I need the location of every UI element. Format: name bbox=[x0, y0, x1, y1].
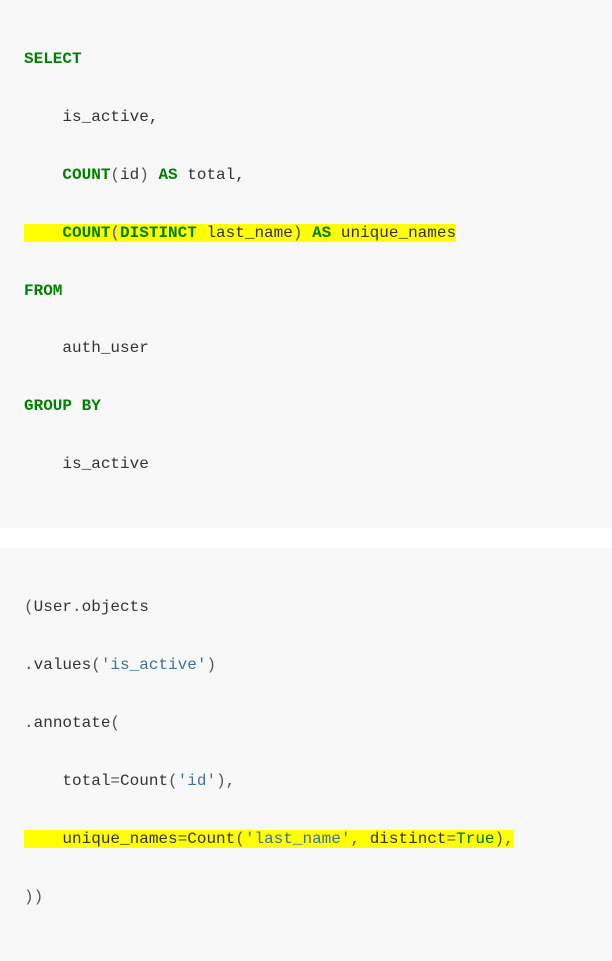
func: Count bbox=[187, 830, 235, 848]
alias: unique_names bbox=[331, 224, 456, 242]
indent bbox=[24, 224, 62, 242]
code-line: )) bbox=[24, 883, 588, 912]
keyword-by: BY bbox=[82, 397, 101, 415]
space bbox=[72, 397, 82, 415]
keyword-count: COUNT bbox=[62, 224, 110, 242]
code-line-highlighted: unique_names=Count('last_name', distinct… bbox=[24, 825, 588, 854]
punct: . bbox=[72, 598, 82, 616]
punct: ( bbox=[168, 772, 178, 790]
code-line: SELECT bbox=[24, 45, 588, 74]
sql-code-block: SELECT is_active, COUNT(id) AS total, CO… bbox=[0, 0, 612, 528]
code-line: .annotate( bbox=[24, 709, 588, 738]
code-line: COUNT(id) AS total, bbox=[24, 161, 588, 190]
punct: . bbox=[24, 656, 34, 674]
column: is_active bbox=[62, 455, 148, 473]
keyword-as: AS bbox=[312, 224, 331, 242]
literal-true: True bbox=[456, 830, 494, 848]
indent bbox=[24, 455, 62, 473]
punct: ( bbox=[24, 598, 34, 616]
keyword-group: GROUP bbox=[24, 397, 72, 415]
punct: = bbox=[110, 772, 120, 790]
arg: last_name bbox=[197, 224, 293, 242]
code-line: is_active bbox=[24, 450, 588, 479]
punct: )) bbox=[24, 888, 43, 906]
method: annotate bbox=[34, 714, 111, 732]
punct: ( bbox=[91, 656, 101, 674]
punct: ) bbox=[206, 656, 216, 674]
string: 'is_active' bbox=[101, 656, 207, 674]
keyword-as: AS bbox=[158, 166, 177, 184]
kwarg: total bbox=[62, 772, 110, 790]
keyword-count: COUNT bbox=[62, 166, 110, 184]
indent bbox=[24, 108, 62, 126]
string: 'last_name' bbox=[245, 830, 351, 848]
punct: = bbox=[447, 830, 457, 848]
code-line: .values('is_active') bbox=[24, 651, 588, 680]
python-code-block: (User.objects .values('is_active') .anno… bbox=[0, 548, 612, 960]
code-line-highlighted: COUNT(DISTINCT last_name) AS unique_name… bbox=[24, 219, 588, 248]
kwarg: unique_names bbox=[62, 830, 177, 848]
indent bbox=[24, 772, 62, 790]
table: auth_user bbox=[62, 339, 148, 357]
code-line: total=Count('id'), bbox=[24, 767, 588, 796]
func: Count bbox=[120, 772, 168, 790]
punct: ) bbox=[139, 166, 158, 184]
alias: total, bbox=[178, 166, 245, 184]
string: 'id' bbox=[178, 772, 216, 790]
punct: = bbox=[178, 830, 188, 848]
code-line: FROM bbox=[24, 277, 588, 306]
attr: objects bbox=[82, 598, 149, 616]
keyword-select: SELECT bbox=[24, 50, 82, 68]
punct: ( bbox=[110, 224, 120, 242]
code-line: GROUP BY bbox=[24, 392, 588, 421]
indent bbox=[24, 830, 62, 848]
punct: ), bbox=[495, 830, 514, 848]
column: is_active, bbox=[62, 108, 158, 126]
keyword-distinct: DISTINCT bbox=[120, 224, 197, 242]
indent bbox=[24, 166, 62, 184]
punct: , bbox=[350, 830, 369, 848]
punct: ), bbox=[216, 772, 235, 790]
punct: ( bbox=[110, 714, 120, 732]
kwarg: distinct bbox=[370, 830, 447, 848]
arg: id bbox=[120, 166, 139, 184]
punct: ( bbox=[235, 830, 245, 848]
code-line: (User.objects bbox=[24, 593, 588, 622]
keyword-from: FROM bbox=[24, 282, 62, 300]
punct: . bbox=[24, 714, 34, 732]
indent bbox=[24, 339, 62, 357]
punct: ) bbox=[293, 224, 312, 242]
code-line: is_active, bbox=[24, 103, 588, 132]
punct: ( bbox=[110, 166, 120, 184]
method: values bbox=[34, 656, 92, 674]
code-line: auth_user bbox=[24, 334, 588, 363]
name: User bbox=[34, 598, 72, 616]
